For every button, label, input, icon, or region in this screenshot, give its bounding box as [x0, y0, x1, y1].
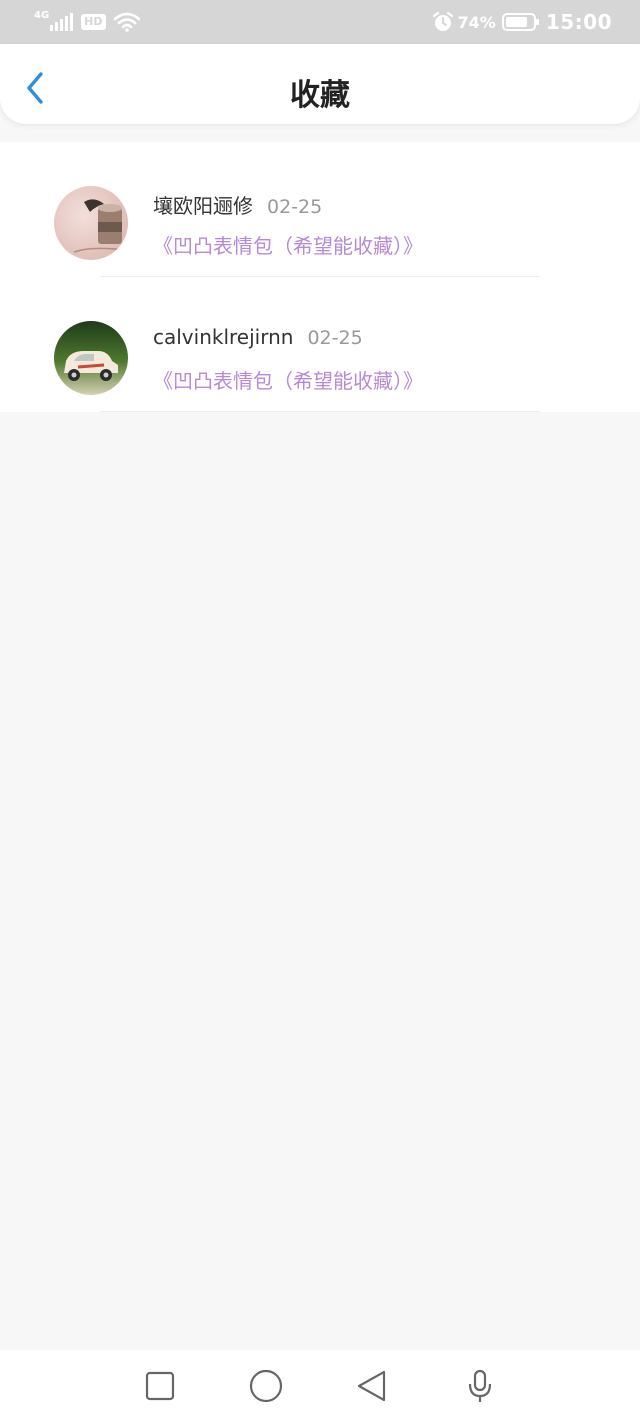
avatar[interactable]	[54, 186, 128, 260]
item-divider	[100, 411, 540, 412]
status-right: 74% 15:00	[432, 9, 612, 35]
list-item[interactable]: 壤欧阳逦修 02-25 《凹凸表情包（希望能收藏）》	[0, 142, 640, 277]
signal-icon	[50, 13, 75, 31]
list-item[interactable]: calvinklrejirnn 02-25 《凹凸表情包（希望能收藏）》	[0, 277, 640, 412]
username[interactable]: 壤欧阳逦修	[153, 194, 253, 218]
item-title-link[interactable]: 《凹凸表情包（希望能收藏）》	[153, 365, 423, 394]
clock: 15:00	[545, 10, 612, 34]
wifi-icon	[113, 12, 140, 32]
username[interactable]: calvinklrejirnn	[153, 325, 293, 349]
nav-back-button[interactable]	[354, 1368, 390, 1404]
hd-badge: HD	[81, 14, 106, 30]
page-title: 收藏	[290, 78, 350, 113]
recent-apps-button[interactable]	[142, 1368, 178, 1404]
status-left: 4G HD	[34, 9, 140, 35]
voice-button[interactable]	[462, 1368, 498, 1404]
recent-apps-icon	[145, 1371, 175, 1401]
item-date: 02-25	[307, 327, 363, 349]
microphone-icon	[468, 1369, 492, 1402]
system-nav-bar	[0, 1350, 640, 1422]
network-type: 4G	[34, 9, 50, 21]
item-date: 02-25	[267, 196, 323, 218]
item-name-row: 壤欧阳逦修 02-25	[153, 190, 322, 219]
favorites-list: 壤欧阳逦修 02-25 《凹凸表情包（希望能收藏）》 calvinklrejir…	[0, 142, 640, 412]
app-header: 收藏	[0, 44, 640, 124]
item-name-row: calvinklrejirnn 02-25	[153, 325, 363, 349]
item-title-link[interactable]: 《凹凸表情包（希望能收藏）》	[153, 230, 423, 259]
status-bar: 4G HD 74% 15:00	[0, 0, 640, 44]
battery-percent: 74%	[457, 12, 496, 32]
home-button[interactable]	[248, 1368, 284, 1404]
avatar[interactable]	[54, 321, 128, 395]
cup-photo-avatar	[54, 186, 128, 260]
battery-icon	[501, 13, 539, 31]
home-icon	[249, 1369, 283, 1403]
back-icon	[357, 1370, 386, 1402]
toy-car-photo-avatar	[54, 321, 128, 395]
alarm-icon	[432, 11, 453, 31]
